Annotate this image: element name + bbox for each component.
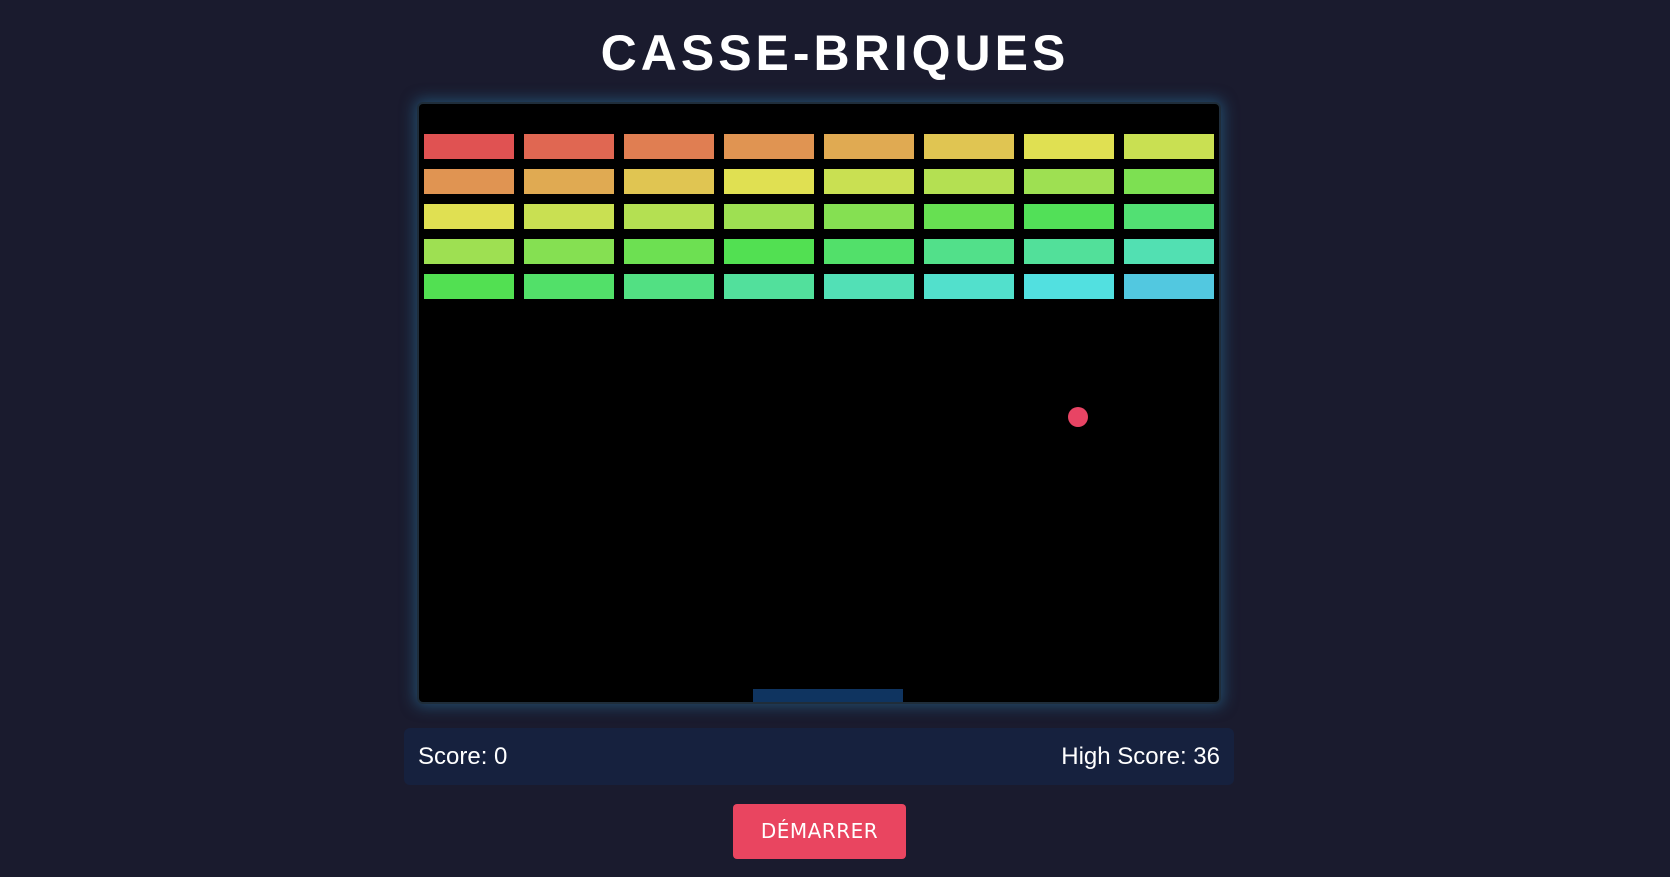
brick <box>624 274 714 299</box>
page-title: CASSE-BRIQUES <box>600 25 1070 81</box>
brick <box>1124 239 1214 264</box>
brick <box>424 274 514 299</box>
brick <box>724 134 814 159</box>
brick <box>524 274 614 299</box>
brick <box>724 204 814 229</box>
high-score-label: High Score: 36 <box>1061 742 1220 770</box>
brick <box>624 169 714 194</box>
brick <box>824 274 914 299</box>
brick <box>824 239 914 264</box>
brick <box>824 134 914 159</box>
brick <box>824 204 914 229</box>
brick <box>624 134 714 159</box>
paddle[interactable] <box>753 689 903 702</box>
brick <box>924 274 1014 299</box>
brick <box>1124 134 1214 159</box>
score-bar: Score: 0 High Score: 36 <box>404 728 1234 785</box>
score-label: Score: 0 <box>418 742 508 770</box>
brick <box>524 204 614 229</box>
brick <box>1124 274 1214 299</box>
brick <box>1124 169 1214 194</box>
brick <box>1024 169 1114 194</box>
brick <box>1024 134 1114 159</box>
brick <box>624 204 714 229</box>
brick <box>924 169 1014 194</box>
brick <box>724 239 814 264</box>
brick <box>1024 274 1114 299</box>
game-page: CASSE-BRIQUES Score: 0 High Score: 36 DÉ… <box>0 0 1670 877</box>
brick <box>524 134 614 159</box>
brick <box>424 134 514 159</box>
game-canvas[interactable] <box>417 102 1221 704</box>
brick <box>1024 239 1114 264</box>
brick <box>624 239 714 264</box>
brick <box>724 169 814 194</box>
start-button[interactable]: DÉMARRER <box>733 804 906 859</box>
ball <box>1068 407 1088 427</box>
brick <box>524 239 614 264</box>
brick <box>924 204 1014 229</box>
brick <box>524 169 614 194</box>
brick <box>424 169 514 194</box>
brick <box>424 204 514 229</box>
brick <box>824 169 914 194</box>
brick <box>1024 204 1114 229</box>
brick <box>724 274 814 299</box>
brick <box>424 239 514 264</box>
brick <box>924 134 1014 159</box>
brick <box>1124 204 1214 229</box>
brick <box>924 239 1014 264</box>
